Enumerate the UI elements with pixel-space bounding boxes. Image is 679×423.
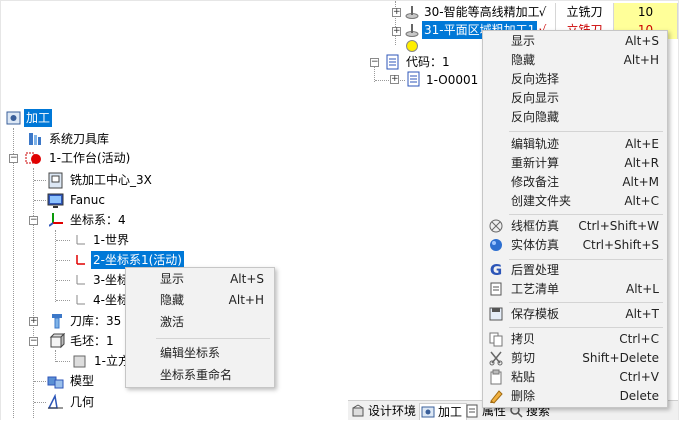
- menu-item-edit-path[interactable]: 编辑轨迹 Alt+E: [483, 134, 667, 154]
- menu-item-process-list[interactable]: 工艺清单 Alt+L: [483, 279, 667, 299]
- menu-item-save-template[interactable]: 保存模板 Alt+T: [483, 304, 667, 324]
- menu-separator: [509, 214, 663, 215]
- menu-item-hide[interactable]: 隐藏 Alt+H: [483, 50, 667, 70]
- save-template-icon: [488, 306, 504, 322]
- delete-icon: [488, 388, 504, 404]
- cut-icon: [488, 350, 504, 366]
- expand-toggle[interactable]: +: [29, 317, 38, 326]
- nc-code-item[interactable]: 1-O0001: [424, 71, 480, 89]
- menu-item-copy[interactable]: 拷贝 Ctrl+C: [483, 329, 667, 349]
- pending-circle-icon: [404, 38, 420, 54]
- coord-item-icon: [71, 272, 87, 288]
- menu-item-activate[interactable]: 激活: [126, 312, 274, 332]
- machining-icon: [421, 405, 435, 419]
- tree-model[interactable]: 模型: [68, 372, 96, 390]
- tree-tool-store[interactable]: 刀库：35: [68, 312, 123, 330]
- collapse-toggle[interactable]: −: [29, 337, 38, 346]
- model-icon: [47, 373, 64, 389]
- post-process-icon: G: [489, 261, 503, 279]
- machine-icon: [47, 172, 63, 189]
- design-env-icon: [351, 404, 365, 418]
- toolpath-icon: [404, 22, 420, 38]
- coord-item-active-icon: [71, 252, 87, 268]
- collapse-toggle[interactable]: −: [370, 58, 379, 67]
- tree-controller[interactable]: Fanuc: [68, 191, 107, 209]
- menu-separator: [509, 131, 663, 132]
- coord-item-world[interactable]: 1-世界: [91, 231, 131, 249]
- nc-code-icon: [406, 71, 422, 87]
- process-list-icon: [488, 281, 504, 297]
- geometry-icon: [47, 393, 63, 410]
- menu-item-solid-sim[interactable]: 实体仿真 Ctrl+Shift+S: [483, 235, 667, 255]
- coord-item-icon: [71, 292, 87, 308]
- menu-separator: [509, 302, 663, 303]
- menu-item-hide[interactable]: 隐藏 Alt+H: [126, 290, 274, 310]
- copy-icon: [488, 331, 504, 347]
- tree-blank[interactable]: 毛坯：1: [68, 332, 116, 350]
- menu-item-wireframe-sim[interactable]: 线框仿真 Ctrl+Shift+W: [483, 216, 667, 236]
- menu-item-recalculate[interactable]: 重新计算 Alt+R: [483, 153, 667, 173]
- coord-context-menu: 显示 Alt+S 隐藏 Alt+H 激活 编辑坐标系 坐标系重命名: [125, 267, 275, 388]
- window-left-border: [0, 0, 1, 420]
- tool-number-cell: 10: [614, 3, 678, 21]
- solid-sim-icon: [488, 237, 504, 253]
- tree-workbench[interactable]: 1-工作台(活动): [47, 149, 132, 167]
- operation-context-menu: 显示 Alt+S 隐藏 Alt+H 反向选择 反向显示 反向隐藏 编辑轨迹 Alt+E…: [482, 30, 668, 408]
- tab-design-environment[interactable]: 设计环境: [350, 403, 416, 420]
- menu-item-edit-coord[interactable]: 编辑坐标系: [126, 343, 274, 363]
- menu-item-create-folder[interactable]: 创建文件夹 Alt+C: [483, 191, 667, 211]
- properties-icon: [465, 404, 479, 418]
- menu-item-paste[interactable]: 粘贴 Ctrl+V: [483, 367, 667, 387]
- menu-item-show[interactable]: 显示 Alt+S: [483, 31, 667, 51]
- tool-type-cell: 立铣刀: [556, 3, 614, 21]
- operation-item-30[interactable]: 30-智能等高线精加工: [422, 3, 542, 21]
- tree-coord-system[interactable]: 坐标系：4: [68, 211, 128, 229]
- collapse-toggle[interactable]: −: [9, 154, 18, 163]
- menu-item-rename-coord[interactable]: 坐标系重命名: [126, 365, 274, 385]
- wireframe-sim-icon: [488, 218, 504, 234]
- machining-root-icon: [6, 110, 22, 126]
- menu-item-delete[interactable]: 删除 Delete: [483, 386, 667, 406]
- code-folder-icon: [385, 54, 401, 70]
- window-top-border: [0, 0, 679, 1]
- coord-system-icon: [48, 211, 65, 227]
- blank-icon: [49, 332, 66, 349]
- blank-box-icon: [72, 353, 88, 369]
- expand-toggle[interactable]: +: [390, 75, 399, 84]
- menu-item-cut[interactable]: 剪切 Shift+Delete: [483, 348, 667, 368]
- menu-item-show[interactable]: 显示 Alt+S: [126, 269, 274, 289]
- tree-machine[interactable]: 铣加工中心_3X: [68, 171, 154, 189]
- coord-item-icon: [71, 232, 87, 248]
- controller-icon: [47, 192, 64, 208]
- toolpath-icon: [404, 4, 420, 20]
- menu-item-invert-show[interactable]: 反向显示: [483, 88, 667, 108]
- paste-icon: [488, 369, 504, 385]
- visible-check: √: [530, 3, 556, 21]
- expand-toggle[interactable]: +: [392, 27, 401, 36]
- tree-root-machining[interactable]: 加工: [24, 109, 53, 127]
- tab-machining[interactable]: 加工: [419, 403, 468, 420]
- tree-tool-library[interactable]: 系统刀具库: [47, 130, 111, 148]
- menu-item-invert-select[interactable]: 反向选择: [483, 69, 667, 89]
- tool-store-icon: [49, 313, 65, 329]
- collapse-toggle[interactable]: −: [29, 216, 38, 225]
- tool-library-icon: [27, 131, 43, 147]
- code-group-label[interactable]: 代码：1: [404, 53, 452, 71]
- menu-item-invert-hide[interactable]: 反向隐藏: [483, 107, 667, 127]
- menu-separator: [156, 338, 270, 339]
- expand-toggle[interactable]: +: [392, 8, 401, 17]
- menu-separator: [509, 327, 663, 328]
- workbench-active-icon: [25, 150, 41, 166]
- tree-geometry[interactable]: 几何: [68, 393, 96, 411]
- menu-item-edit-note[interactable]: 修改备注 Alt+M: [483, 172, 667, 192]
- menu-item-post-process[interactable]: G 后置处理: [483, 260, 667, 280]
